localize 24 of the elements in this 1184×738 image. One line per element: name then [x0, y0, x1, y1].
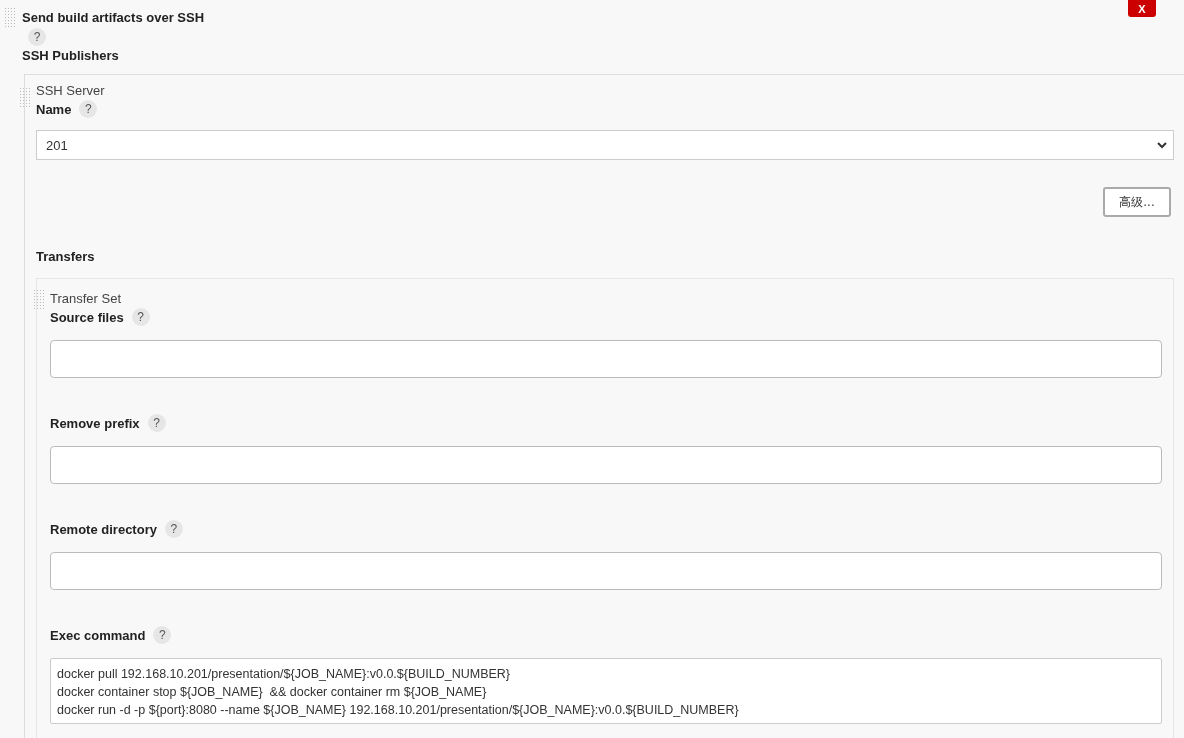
advanced-button[interactable]: 高级...	[1103, 187, 1171, 217]
section-subtitle: SSH Publishers	[22, 48, 120, 63]
help-icon[interactable]: ?	[147, 414, 166, 432]
help-icon[interactable]: ?	[153, 626, 172, 644]
panel-title: Transfer Set	[50, 291, 123, 306]
field-label: Name	[36, 101, 72, 117]
help-icon[interactable]: ?	[79, 100, 98, 118]
section-title: Send build artifacts over SSH	[22, 9, 205, 25]
help-icon[interactable]: ?	[164, 520, 183, 538]
server-select[interactable]: 201	[36, 130, 1174, 160]
input-field[interactable]	[50, 446, 1162, 484]
panel-title: SSH Server	[36, 83, 106, 98]
field-label: Source files	[50, 309, 124, 325]
help-icon[interactable]: ?	[131, 308, 150, 326]
field-label: Exec command	[50, 627, 146, 643]
chevron-down-icon	[1157, 141, 1167, 149]
input-field[interactable]	[50, 340, 1162, 378]
delete-button[interactable]: X	[1128, 0, 1156, 17]
command-textarea[interactable]: docker pull 192.168.10.201/presentation/${JOB_NAME}:v0.0.${BUILD_NUMBER} docker container stop ${JOB_NAME} && docker container rm ${JOB_NAME} docker run -d -p ${port}:8080 --name ${JOB_NAME} 192.168.10.201/presentation/${JOB_NAME}:v0.0.${BUILD_NUMBER}	[50, 658, 1162, 724]
field-label: Remove prefix	[50, 415, 140, 431]
input-field[interactable]	[50, 552, 1162, 590]
field-label: Remote directory	[50, 521, 157, 537]
help-icon[interactable]: ?	[28, 28, 46, 46]
section-label: Transfers	[36, 249, 96, 264]
